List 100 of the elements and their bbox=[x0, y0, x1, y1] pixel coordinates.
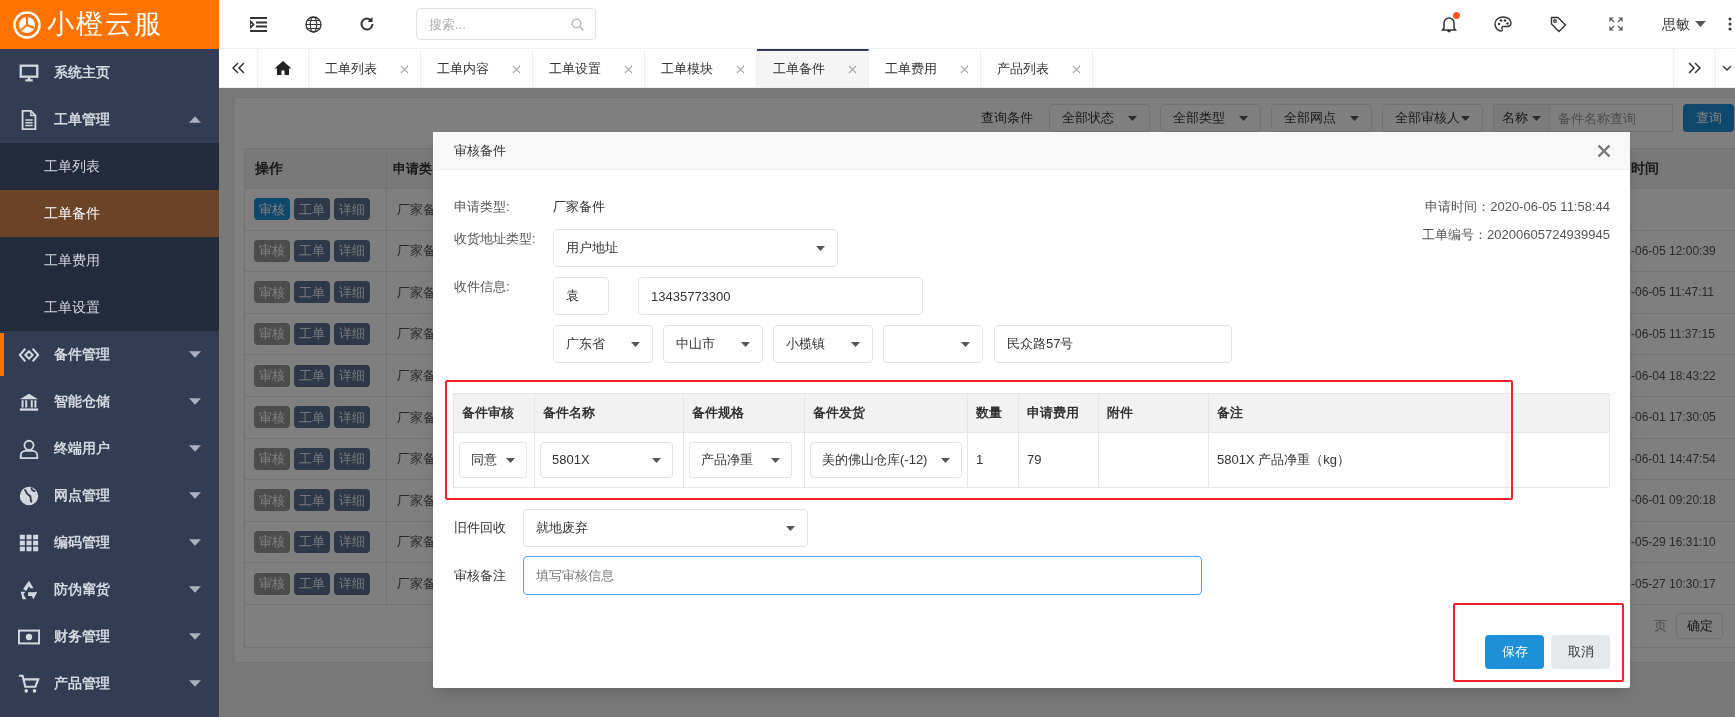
search-field[interactable]: 搜索... bbox=[416, 8, 596, 40]
sidebar-item[interactable]: 终端用户 bbox=[0, 425, 219, 472]
select-field[interactable]: 就地废弃 bbox=[523, 509, 808, 547]
logo-text: 小橙云服 bbox=[47, 8, 163, 42]
select-field[interactable]: 全部类型 bbox=[1160, 104, 1261, 132]
caret-icon bbox=[506, 457, 515, 463]
order-button[interactable]: 工单 bbox=[294, 572, 330, 595]
close-icon[interactable] bbox=[1072, 64, 1081, 74]
order-button[interactable]: 工单 bbox=[294, 489, 330, 512]
globe-icon[interactable] bbox=[305, 15, 322, 33]
detail-button[interactable]: 详细 bbox=[334, 531, 370, 554]
order-button[interactable]: 工单 bbox=[294, 239, 330, 262]
save-button[interactable]: 保存 bbox=[1485, 635, 1544, 669]
phone-field[interactable]: 13435773300 bbox=[638, 277, 923, 315]
detail-button[interactable]: 详细 bbox=[334, 239, 370, 262]
tab[interactable]: 工单设置 bbox=[533, 49, 645, 87]
close-icon[interactable] bbox=[512, 64, 521, 74]
order-button[interactable]: 工单 bbox=[294, 323, 330, 346]
more-icon[interactable] bbox=[1728, 17, 1732, 31]
tag-icon[interactable] bbox=[1550, 15, 1567, 33]
caret-icon bbox=[1532, 115, 1541, 121]
detail-button[interactable]: 详细 bbox=[334, 447, 370, 470]
order-button[interactable]: 工单 bbox=[294, 281, 330, 304]
sidebar-item[interactable]: 系统主页 bbox=[0, 49, 219, 96]
detail-button[interactable]: 详细 bbox=[334, 406, 370, 429]
order-button[interactable]: 工单 bbox=[294, 447, 330, 470]
select-field[interactable]: 美的佛山仓库(-12) bbox=[810, 442, 962, 478]
indent-icon[interactable] bbox=[250, 16, 267, 32]
sidebar-item[interactable]: 网点管理 bbox=[0, 472, 219, 519]
audit-button[interactable]: 审核 bbox=[254, 198, 290, 221]
query-button[interactable]: 查询 bbox=[1683, 104, 1734, 132]
close-icon[interactable] bbox=[848, 64, 857, 74]
detail-button[interactable]: 详细 bbox=[334, 281, 370, 304]
select-field[interactable]: 全部状态 bbox=[1049, 104, 1150, 132]
sidebar-item[interactable]: 防伪窜货 bbox=[0, 566, 219, 613]
submenu-item[interactable]: 工单费用 bbox=[0, 237, 219, 284]
scope-select[interactable]: 名称 bbox=[1493, 104, 1550, 132]
close-icon[interactable] bbox=[1597, 143, 1611, 158]
detail-button[interactable]: 详细 bbox=[334, 364, 370, 387]
select-field[interactable]: 产品净重 bbox=[689, 442, 792, 478]
chevron-down-icon bbox=[1722, 65, 1732, 71]
search-icon bbox=[571, 18, 584, 31]
caret-icon bbox=[652, 457, 661, 463]
address-field[interactable]: 民众路57号 bbox=[994, 325, 1232, 363]
select-field[interactable]: 5801X bbox=[540, 442, 673, 478]
select-field[interactable] bbox=[883, 325, 983, 363]
caret-icon bbox=[771, 457, 780, 463]
sidebar-item[interactable]: 智能仓储 bbox=[0, 378, 219, 425]
order-button[interactable]: 工单 bbox=[294, 406, 330, 429]
refresh-icon[interactable] bbox=[359, 16, 375, 32]
tab[interactable]: 工单内容 bbox=[421, 49, 533, 87]
bell-icon[interactable] bbox=[1441, 15, 1457, 33]
tab[interactable]: 工单费用 bbox=[869, 49, 981, 87]
detail-button[interactable]: 详细 bbox=[334, 572, 370, 595]
table-cell-text: -06-01 14:47:54 bbox=[1631, 450, 1716, 468]
select-field[interactable]: 中山市 bbox=[663, 325, 763, 363]
field-label: 收货地址类型: bbox=[454, 230, 537, 248]
logo-icon bbox=[13, 10, 41, 39]
close-icon[interactable] bbox=[400, 64, 409, 74]
detail-button[interactable]: 详细 bbox=[334, 198, 370, 221]
select-field[interactable]: 同意 bbox=[459, 442, 527, 478]
column-header: 附件 bbox=[1107, 404, 1133, 423]
sidebar-item[interactable]: 备件管理 bbox=[0, 331, 219, 378]
order-button[interactable]: 工单 bbox=[294, 198, 330, 221]
remark-field[interactable]: 填写审核信息 bbox=[523, 556, 1202, 595]
sidebar-item[interactable]: 财务管理 bbox=[0, 613, 219, 660]
order-button[interactable]: 工单 bbox=[294, 364, 330, 387]
submenu-item[interactable]: 工单列表 bbox=[0, 143, 219, 190]
close-icon[interactable] bbox=[960, 64, 969, 74]
tab[interactable]: 工单列表 bbox=[309, 49, 421, 87]
select-field[interactable]: 小榄镇 bbox=[773, 325, 873, 363]
name-field[interactable]: 袁 bbox=[553, 277, 609, 315]
order-button[interactable]: 工单 bbox=[294, 531, 330, 554]
sidebar-item[interactable]: 编码管理 bbox=[0, 519, 219, 566]
submenu-item[interactable]: 工单备件 bbox=[0, 190, 219, 237]
detail-button[interactable]: 详细 bbox=[334, 323, 370, 346]
cancel-button[interactable]: 取消 bbox=[1551, 635, 1610, 669]
submenu-item[interactable]: 工单设置 bbox=[0, 284, 219, 331]
user-menu[interactable]: 思敏 bbox=[1662, 13, 1706, 35]
tab[interactable]: 产品列表 bbox=[981, 49, 1093, 87]
tab[interactable]: 工单备件 bbox=[757, 49, 869, 87]
fullscreen-icon[interactable] bbox=[1609, 17, 1623, 31]
confirm-button[interactable]: 确定 bbox=[1676, 612, 1723, 639]
select-field[interactable]: 全部网点 bbox=[1271, 104, 1372, 132]
close-icon[interactable] bbox=[624, 64, 633, 74]
table-cell-text: 79 bbox=[1027, 451, 1042, 470]
close-icon[interactable] bbox=[736, 64, 745, 74]
cart-icon bbox=[18, 672, 40, 695]
palette-icon[interactable] bbox=[1494, 16, 1512, 32]
select-field[interactable]: 广东省 bbox=[553, 325, 653, 363]
field-label: 审核备注 bbox=[454, 566, 507, 585]
caret-icon bbox=[1461, 115, 1470, 121]
select-field[interactable]: 全部审核人 bbox=[1382, 104, 1483, 132]
detail-button[interactable]: 详细 bbox=[334, 489, 370, 512]
select-field[interactable]: 用户地址 bbox=[553, 229, 838, 267]
user-icon bbox=[18, 437, 40, 460]
sidebar-item[interactable]: 产品管理 bbox=[0, 660, 219, 707]
sidebar-item[interactable]: 工单管理 bbox=[0, 96, 219, 143]
caret-icon bbox=[816, 245, 825, 251]
table-cell-text: -06-04 18:43:22 bbox=[1631, 367, 1716, 385]
